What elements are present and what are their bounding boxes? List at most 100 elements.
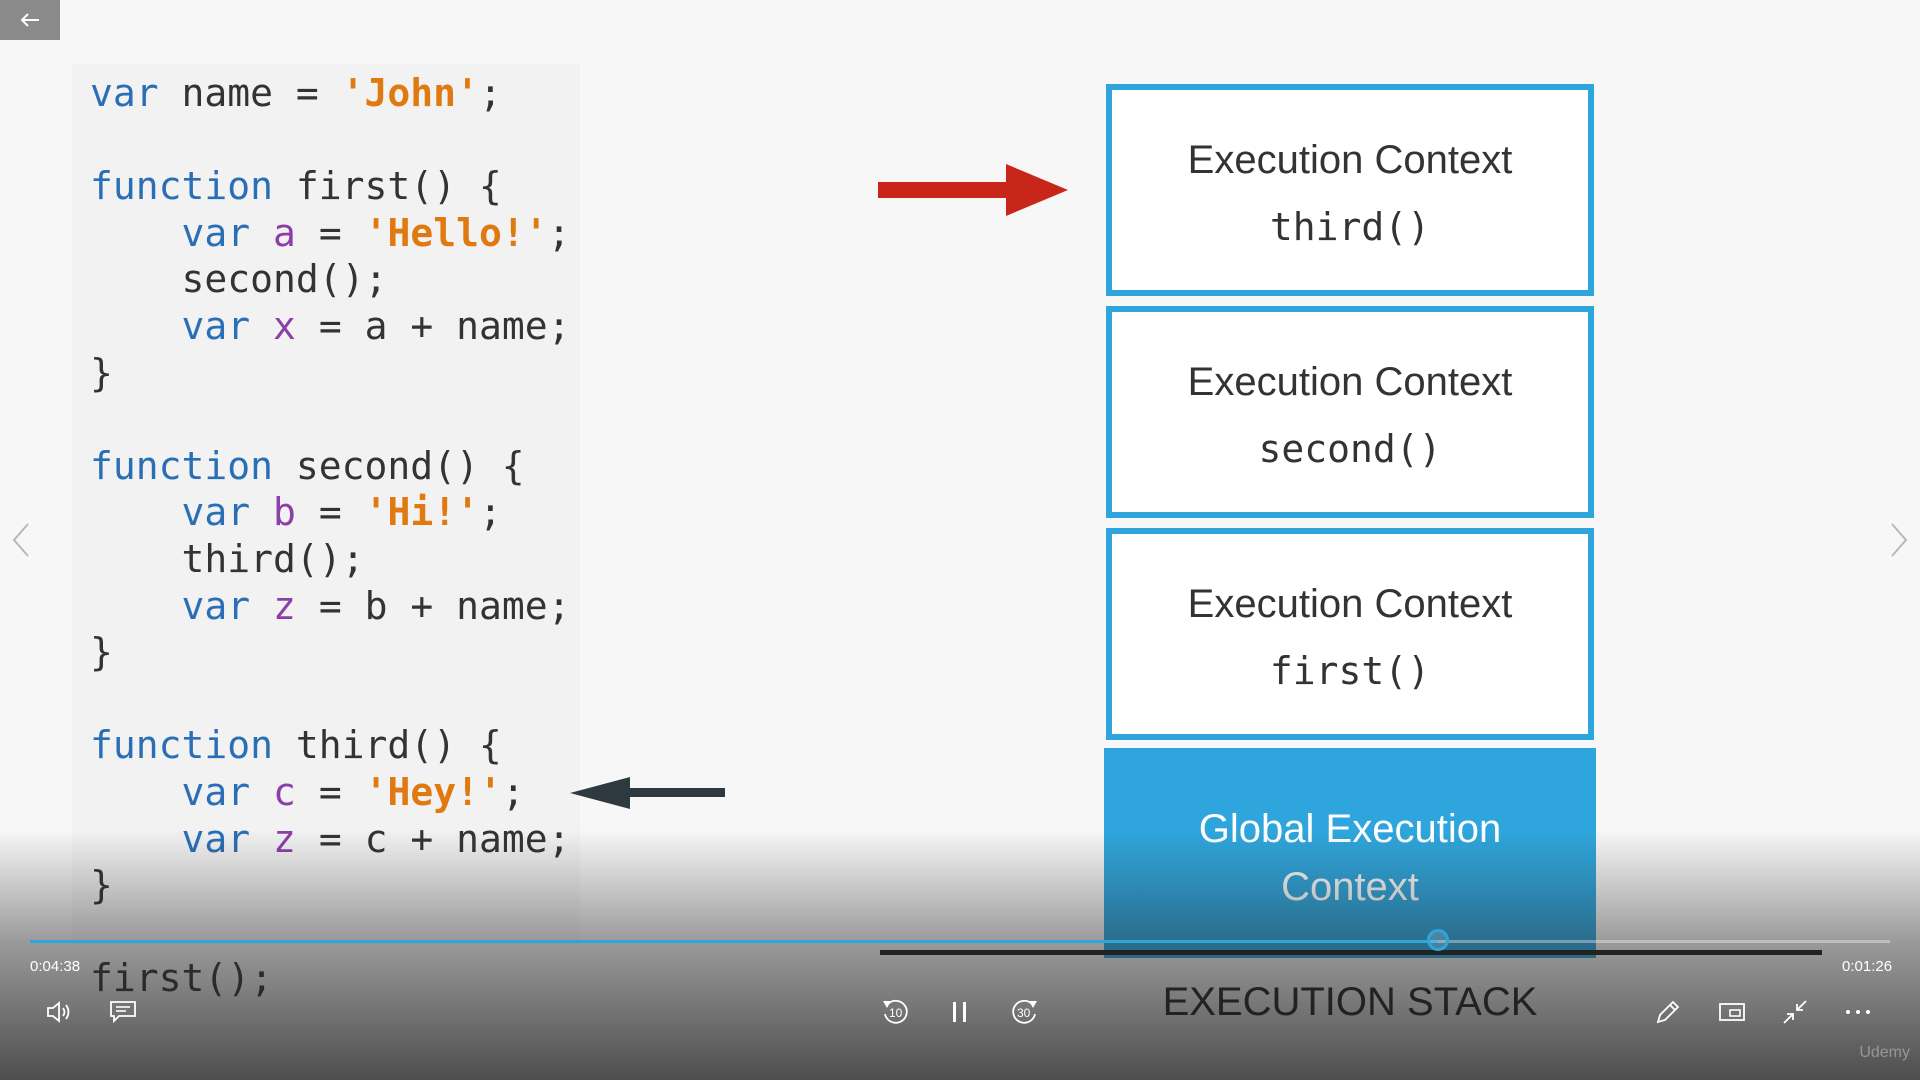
back-button[interactable]: [0, 0, 60, 40]
code-line: third();: [90, 536, 571, 583]
code-token: a: [273, 210, 296, 255]
code-token: function: [90, 443, 274, 488]
code-token: var: [181, 583, 251, 628]
forward-30-button[interactable]: 30: [1004, 994, 1044, 1030]
code-line: function first() {: [90, 163, 571, 210]
code-token: 'Hello!': [364, 210, 548, 255]
more-icon: [1846, 1010, 1870, 1014]
stack-frame-third: Execution Context third(): [1106, 84, 1594, 296]
code-token: b: [273, 490, 296, 535]
code-token: var: [181, 490, 251, 535]
volume-button[interactable]: [40, 994, 80, 1030]
code-token: =: [295, 769, 365, 814]
code-line: var a = 'Hello!';: [90, 210, 571, 257]
picture-in-picture-icon: [1719, 1003, 1745, 1021]
current-line-arrow-icon: [570, 777, 725, 809]
code-line: second();: [90, 256, 571, 303]
stack-frame-title: Execution Context: [1187, 582, 1513, 626]
stack-frame-function: first(): [1269, 649, 1431, 693]
remaining-time: 0:01:26: [1842, 958, 1893, 975]
code-line: function third() {: [90, 722, 571, 769]
code-token: 'John': [341, 71, 479, 115]
code-token: second();: [90, 257, 388, 302]
code-token: 'Hi!': [364, 490, 479, 535]
code-token: 'Hey!': [364, 769, 502, 814]
stack-frame-function: third(): [1269, 205, 1431, 249]
chevron-right-icon: [1891, 523, 1908, 557]
code-token: =: [295, 490, 365, 535]
stack-frame-second: Execution Context second(): [1106, 306, 1594, 518]
elapsed-time: 0:04:38: [30, 958, 81, 975]
code-token: =: [295, 210, 365, 255]
code-line: var x = a + name;: [90, 303, 571, 350]
code-token: ;: [478, 490, 502, 535]
execution-stack-label: EXECUTION STACK: [1162, 980, 1538, 1024]
captions-icon: [110, 1001, 136, 1024]
previous-lecture-button[interactable]: [6, 520, 36, 560]
code-token: second() {: [273, 443, 525, 488]
minimize-icon: [1783, 1000, 1807, 1024]
forward-seconds-label: 30: [1017, 1006, 1031, 1020]
more-options-button[interactable]: [1838, 994, 1878, 1030]
code-token: ;: [501, 769, 525, 814]
code-token: c: [273, 769, 296, 814]
stack-frame-title: Execution Context: [1187, 360, 1513, 404]
code-token: = a + name;: [295, 303, 571, 348]
chevron-left-icon: [12, 523, 29, 557]
code-token: var: [181, 769, 251, 814]
stack-frame-title: Execution Context: [1187, 138, 1513, 182]
progress-bar[interactable]: [30, 929, 1890, 951]
code-line: var z = b + name;: [90, 583, 571, 630]
code-line: var name = 'John';: [90, 70, 571, 117]
pause-icon: [953, 1002, 966, 1022]
code-line: var c = 'Hey!';: [90, 769, 571, 816]
code-token: first() {: [273, 164, 502, 209]
code-token: var: [181, 303, 251, 348]
rewind-10-button[interactable]: 10: [876, 994, 916, 1030]
code-token: }: [90, 350, 113, 395]
next-lecture-button[interactable]: [1884, 520, 1914, 560]
code-token: third() {: [273, 723, 502, 768]
progress-handle[interactable]: [1427, 929, 1450, 951]
pause-button[interactable]: [940, 994, 980, 1030]
stack-frame-function: second(): [1258, 427, 1442, 471]
code-token: ;: [547, 210, 571, 255]
udemy-watermark: Udemy: [1859, 1044, 1910, 1061]
code-token: var: [181, 210, 251, 255]
exit-fullscreen-button[interactable]: [1775, 994, 1815, 1030]
code-token: }: [90, 630, 113, 675]
code-token: var: [90, 71, 159, 115]
player-controls-overlay: [0, 830, 1920, 1080]
notes-button[interactable]: [1648, 994, 1688, 1030]
picture-in-picture-button[interactable]: [1712, 994, 1752, 1030]
code-token: z: [273, 583, 296, 628]
code-line: function second() {: [90, 443, 571, 490]
code-token: ;: [478, 71, 502, 115]
pencil-icon: [1656, 1000, 1680, 1024]
code-line: }: [90, 629, 571, 676]
speaker-icon: [47, 1001, 70, 1023]
stack-baseline: [880, 950, 1822, 955]
rewind-seconds-label: 10: [889, 1006, 903, 1020]
captions-button[interactable]: [103, 994, 143, 1030]
code-token: function: [90, 164, 274, 209]
red-arrow-icon: [878, 164, 1068, 216]
code-token: third();: [90, 536, 365, 581]
code-token: = b + name;: [295, 583, 571, 628]
code-token: function: [90, 723, 274, 768]
code-token: name =: [158, 71, 342, 115]
code-line: }: [90, 350, 571, 397]
